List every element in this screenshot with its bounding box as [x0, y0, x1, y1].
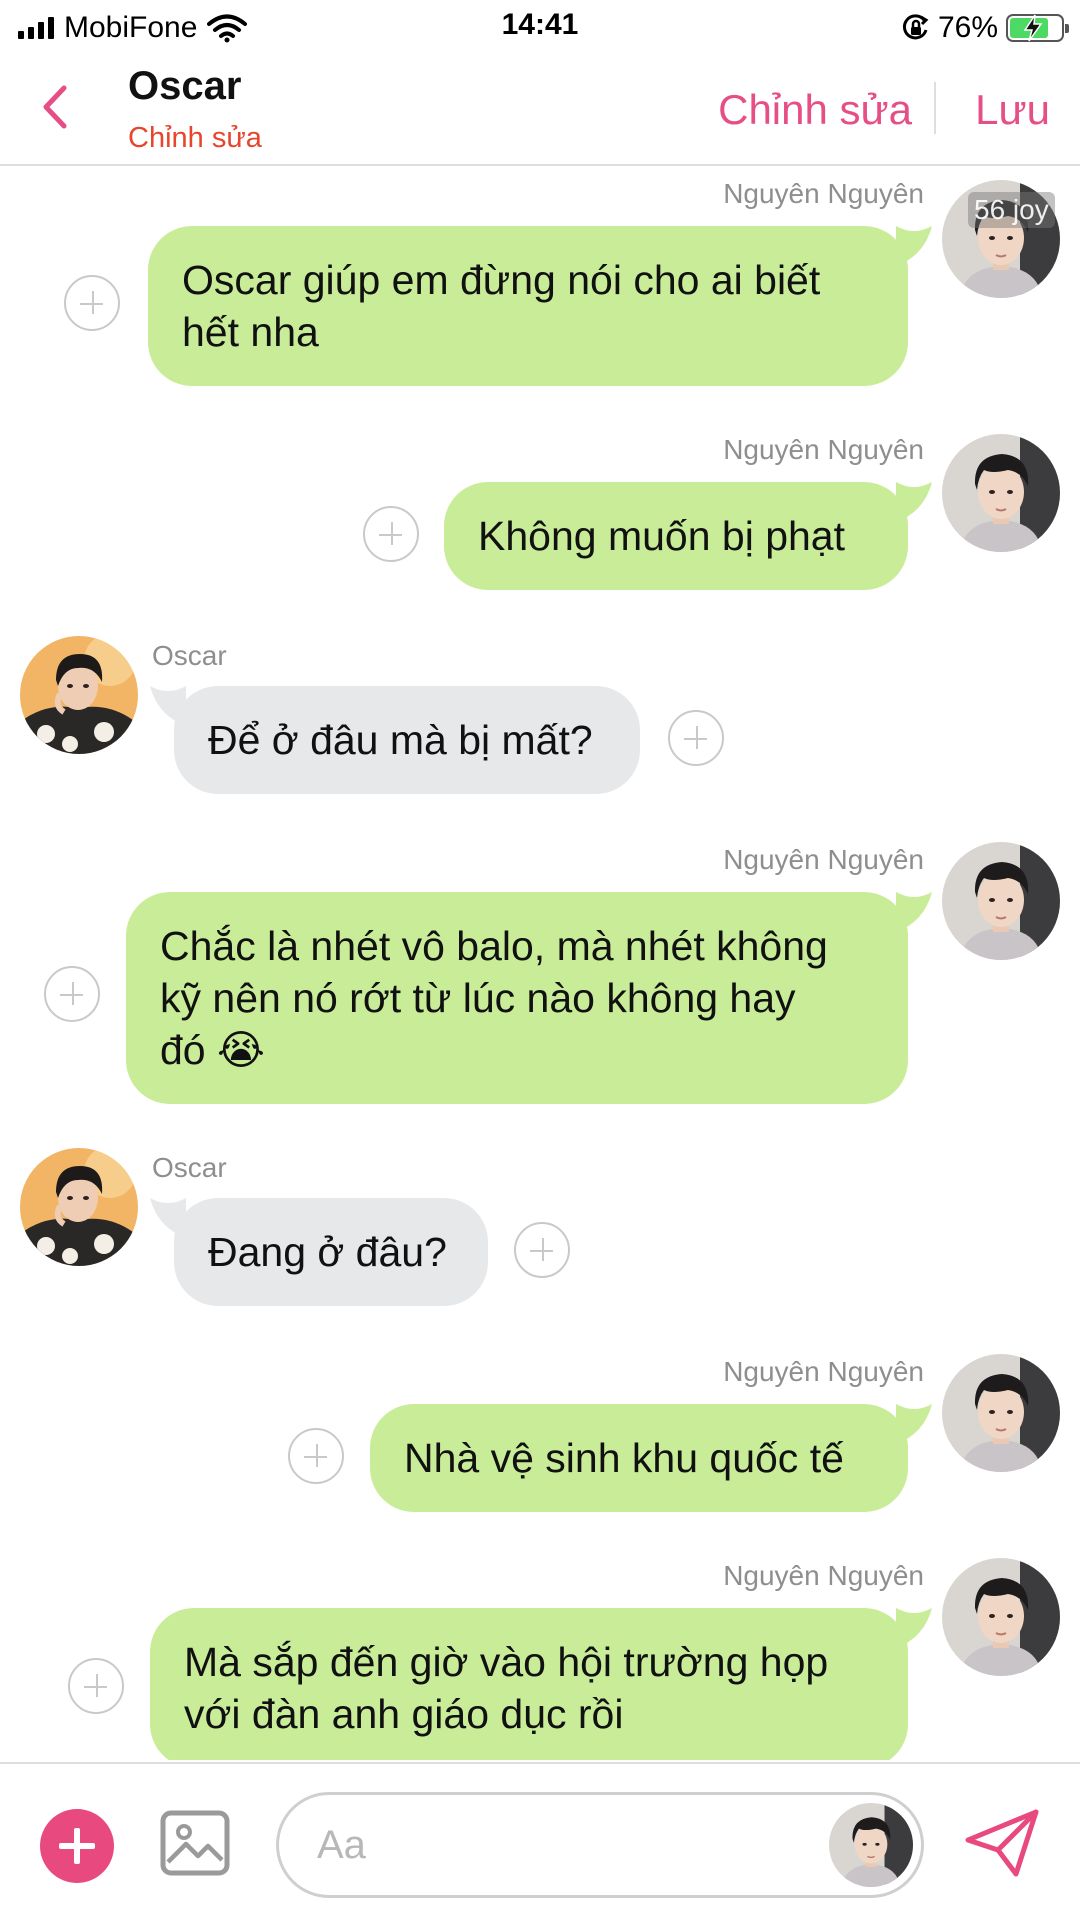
header-divider	[934, 82, 936, 134]
message-line: Chắc là nhét vô balo, mà nhét không	[160, 923, 828, 969]
message-bubble[interactable]: Không muốn bị phạt	[444, 482, 908, 590]
message-line: với đàn anh giáo dục rồi	[184, 1691, 624, 1737]
message-bubble[interactable]: Đang ở đâu?	[174, 1198, 488, 1306]
composer-bar: Aa	[0, 1762, 1080, 1920]
sender-name: Nguyên Nguyên	[723, 434, 924, 465]
sender-name: Oscar	[152, 1152, 227, 1183]
message-line: đó 😭	[160, 1027, 265, 1073]
edit-button[interactable]: Chỉnh sửa	[718, 86, 912, 134]
add-reaction-button[interactable]	[44, 966, 100, 1022]
battery-charging-icon	[1006, 14, 1069, 42]
watermark: 56 joy	[968, 192, 1055, 228]
avatar[interactable]	[942, 842, 1060, 960]
add-reaction-button[interactable]	[64, 275, 120, 331]
add-reaction-button[interactable]	[68, 1658, 124, 1714]
add-reaction-button[interactable]	[288, 1428, 344, 1484]
battery-nub	[1065, 24, 1069, 33]
sender-name: Nguyên Nguyên	[723, 1560, 924, 1591]
add-reaction-button[interactable]	[363, 506, 419, 562]
message-line: Không muốn bị phạt	[478, 513, 845, 559]
bubble-tail	[896, 226, 932, 266]
status-bar: MobiFone 14:41 76%	[0, 0, 1080, 56]
avatar[interactable]	[20, 1148, 138, 1266]
avatar[interactable]	[942, 1354, 1060, 1472]
chat-header: Oscar Chỉnh sửa Chỉnh sửa Lưu	[0, 56, 1080, 166]
sender-avatar-toggle[interactable]	[829, 1803, 913, 1887]
message-input[interactable]: Aa	[276, 1792, 924, 1898]
add-reaction-button[interactable]	[668, 710, 724, 766]
contact-name[interactable]: Oscar	[128, 64, 241, 109]
input-placeholder: Aa	[317, 1823, 366, 1867]
message-line: Để ở đâu mà bị mất?	[208, 717, 593, 763]
avatar[interactable]	[942, 1558, 1060, 1676]
add-reaction-button[interactable]	[514, 1222, 570, 1278]
back-chevron-icon[interactable]	[36, 82, 76, 132]
bubble-tail	[896, 482, 932, 522]
avatar[interactable]	[942, 434, 1060, 552]
plus-icon[interactable]	[40, 1809, 114, 1883]
sender-name: Nguyên Nguyên	[723, 1356, 924, 1387]
battery-percent: 76%	[937, 11, 998, 44]
message-line: Nhà vệ sinh khu quốc tế	[404, 1435, 844, 1481]
message-line: Đang ở đâu?	[208, 1229, 447, 1275]
image-icon[interactable]	[160, 1810, 230, 1876]
send-icon[interactable]	[964, 1808, 1040, 1878]
chat-thread[interactable]: Nguyên Nguyên 56 joy Oscar giúp em đừng …	[0, 168, 1080, 1760]
message-bubble[interactable]: Oscar giúp em đừng nói cho ai biết hết n…	[148, 226, 908, 386]
contact-edit-link[interactable]: Chỉnh sửa	[128, 122, 262, 155]
message-line: Oscar giúp em đừng nói cho ai biết	[182, 257, 821, 303]
message-bubble[interactable]: Để ở đâu mà bị mất?	[174, 686, 640, 794]
message-bubble[interactable]: Chắc là nhét vô balo, mà nhét không kỹ n…	[126, 892, 908, 1104]
sender-name: Nguyên Nguyên	[723, 178, 924, 209]
bubble-tail	[896, 892, 932, 932]
orientation-lock-icon	[902, 14, 929, 40]
sender-name: Nguyên Nguyên	[723, 844, 924, 875]
bubble-tail	[896, 1404, 932, 1444]
message-line: hết nha	[182, 309, 319, 355]
message-line: kỹ nên nó rớt từ lúc nào không hay	[160, 975, 796, 1021]
sender-name: Oscar	[152, 640, 227, 671]
bubble-tail	[896, 1608, 932, 1648]
message-bubble[interactable]: Mà sắp đến giờ vào hội trường họp với đà…	[150, 1608, 908, 1760]
message-bubble[interactable]: Nhà vệ sinh khu quốc tế	[370, 1404, 908, 1512]
save-button[interactable]: Lưu	[975, 86, 1050, 134]
status-right: 76%	[902, 8, 1069, 48]
bolt-icon	[1023, 14, 1043, 42]
avatar[interactable]	[20, 636, 138, 754]
message-line: Mà sắp đến giờ vào hội trường họp	[184, 1639, 829, 1685]
